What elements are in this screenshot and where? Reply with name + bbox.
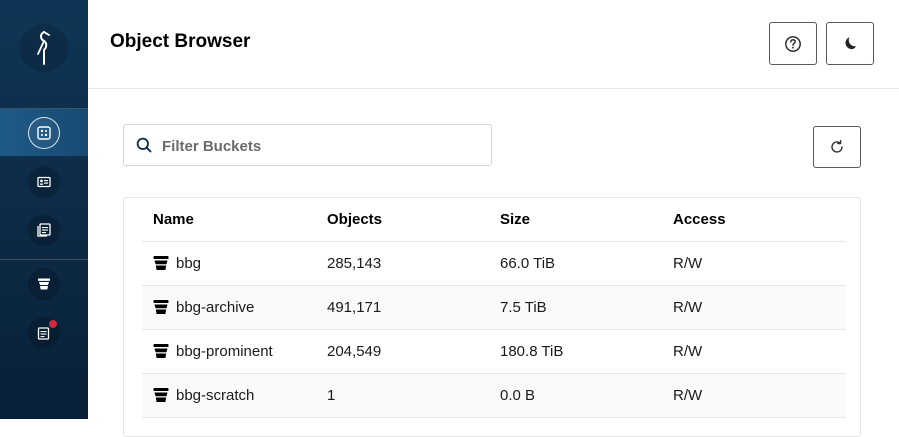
buckets-table: Name Objects Size Access bbg 285,143 66.… xyxy=(123,197,861,437)
column-header-access[interactable]: Access xyxy=(673,211,726,228)
bucket-icon xyxy=(153,343,169,364)
bucket-icon xyxy=(153,387,169,408)
bucket-size: 66.0 TiB xyxy=(500,255,556,272)
table-row[interactable]: bbg 285,143 66.0 TiB R/W xyxy=(142,242,846,286)
search-input[interactable] xyxy=(162,135,482,157)
bucket-name[interactable]: bbg xyxy=(176,255,201,272)
sidebar-divider xyxy=(0,259,88,260)
bucket-objects: 204,549 xyxy=(327,343,382,360)
refresh-icon xyxy=(831,139,843,153)
bucket-name[interactable]: bbg-prominent xyxy=(176,343,273,360)
nav-buckets[interactable] xyxy=(28,117,60,149)
filter-buckets-search[interactable] xyxy=(123,124,492,166)
nav-license[interactable] xyxy=(28,317,60,349)
minio-bird-logo-icon xyxy=(37,31,50,65)
bucket-size: 7.5 TiB xyxy=(500,299,547,316)
bucket-access: R/W xyxy=(673,387,703,404)
bucket-name[interactable]: bbg-scratch xyxy=(176,387,254,404)
nav-identity[interactable] xyxy=(28,166,60,198)
refresh-button[interactable] xyxy=(813,126,861,168)
bucket-objects: 1 xyxy=(327,387,336,404)
column-header-size[interactable]: Size xyxy=(500,211,530,228)
bucket-stack-icon xyxy=(38,278,50,290)
sidebar xyxy=(0,0,88,419)
bucket-objects: 285,143 xyxy=(327,255,382,272)
page-header: Object Browser xyxy=(88,0,899,89)
license-notification-icon xyxy=(37,327,50,340)
moon-icon xyxy=(845,36,856,49)
bucket-access: R/W xyxy=(673,343,703,360)
bucket-icon xyxy=(153,255,169,276)
column-header-objects[interactable]: Objects xyxy=(327,211,382,228)
bucket-access: R/W xyxy=(673,255,703,272)
minio-logo[interactable] xyxy=(20,24,68,72)
theme-toggle-button[interactable] xyxy=(826,22,874,65)
nav-documents[interactable] xyxy=(28,214,60,246)
nav-bucket-stack[interactable] xyxy=(28,268,60,300)
help-circle-icon xyxy=(785,35,801,52)
bucket-name[interactable]: bbg-archive xyxy=(176,299,254,316)
table-row[interactable]: bbg-scratch 1 0.0 B R/W xyxy=(142,374,846,418)
column-header-name[interactable]: Name xyxy=(153,211,194,228)
bucket-size: 0.0 B xyxy=(500,387,536,404)
buckets-grid-icon xyxy=(37,126,51,140)
table-row[interactable]: bbg-prominent 204,549 180.8 TiB R/W xyxy=(142,330,846,374)
notification-badge xyxy=(49,320,57,328)
documents-icon xyxy=(37,223,51,237)
bucket-size: 180.8 TiB xyxy=(500,343,564,360)
bucket-icon xyxy=(153,299,169,320)
search-icon xyxy=(136,137,152,158)
bucket-objects: 491,171 xyxy=(327,299,382,316)
table-row[interactable]: bbg-archive 491,171 7.5 TiB R/W xyxy=(142,286,846,330)
table-header: Name Objects Size Access xyxy=(142,198,846,242)
help-button[interactable] xyxy=(769,22,817,65)
bucket-access: R/W xyxy=(673,299,703,316)
page-title: Object Browser xyxy=(110,31,251,52)
identity-card-icon xyxy=(37,176,51,188)
